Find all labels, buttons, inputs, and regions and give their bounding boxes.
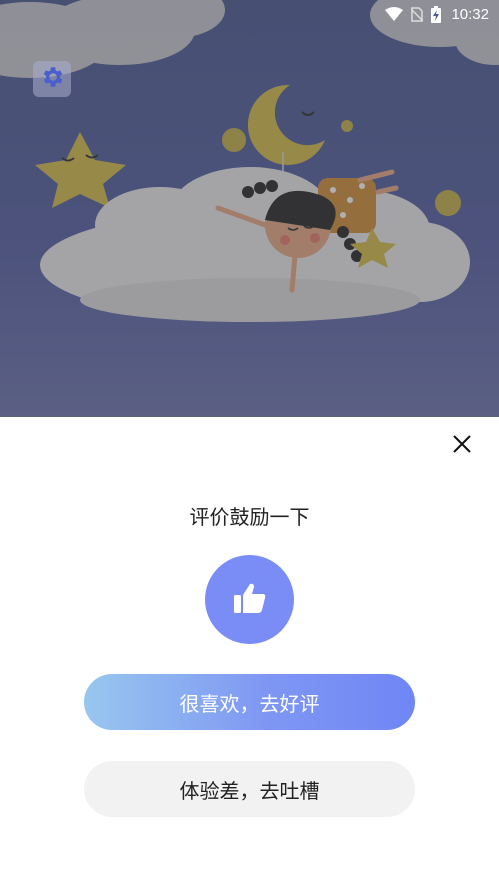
thumbs-up-badge (205, 555, 294, 644)
rating-dialog: 评价鼓励一下 很喜欢，去好评 体验差，去吐槽 (0, 417, 499, 887)
battery-charging-icon (431, 5, 442, 23)
settings-button[interactable] (33, 61, 71, 97)
dim-overlay (0, 0, 499, 417)
close-icon (453, 435, 471, 457)
feedback-button[interactable]: 体验差，去吐槽 (84, 761, 415, 817)
status-bar: 10:32 (0, 0, 499, 28)
thumbs-up-icon (233, 582, 267, 618)
wifi-icon (385, 7, 404, 21)
good-rating-button[interactable]: 很喜欢，去好评 (84, 674, 415, 730)
gear-icon (39, 64, 65, 94)
hero-illustration (0, 0, 499, 417)
status-time: 10:32 (451, 5, 489, 23)
close-button[interactable] (449, 433, 475, 459)
no-sim-icon (411, 6, 424, 22)
dialog-title: 评价鼓励一下 (189, 505, 310, 529)
